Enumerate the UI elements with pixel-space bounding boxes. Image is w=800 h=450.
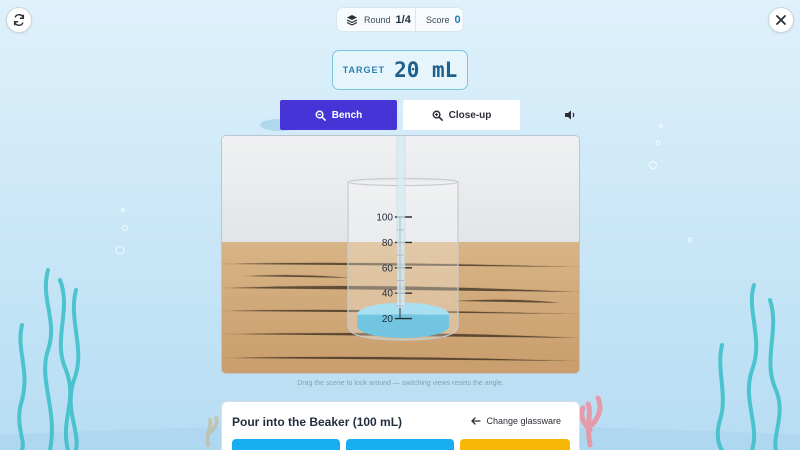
arrow-left-icon <box>471 417 482 425</box>
pour-option-button[interactable] <box>346 439 454 450</box>
sound-toggle-button[interactable] <box>563 108 577 122</box>
target-amount: 20 mL <box>394 58 458 82</box>
scale-label: 60 <box>382 263 394 274</box>
scene-hint: Drag the scene to look around — switchin… <box>297 380 504 387</box>
bench-view-button[interactable]: Bench <box>280 100 397 130</box>
scale-label: 40 <box>382 289 394 300</box>
glassware-panel: Pour into the Beaker (100 mL) Change gla… <box>221 401 580 450</box>
refresh-icon <box>13 14 25 26</box>
panel-title: Pour into the Beaker (100 mL) <box>232 415 403 429</box>
speaker-icon <box>565 110 575 120</box>
scale-label: 100 <box>376 213 393 224</box>
pour-pipette <box>396 136 406 309</box>
score-label: Score <box>426 14 450 25</box>
search-icon <box>315 110 326 121</box>
closeup-view-label: Close-up <box>448 109 492 121</box>
score-display: Score 0 <box>416 8 461 31</box>
target-volume-card: TARGET 20 mL <box>332 50 468 90</box>
layers-icon <box>346 14 358 26</box>
round-label: Round <box>364 14 391 25</box>
lab-scene-viewport[interactable]: 100 80 60 40 20 <box>221 135 580 374</box>
round-value: 1/4 <box>395 13 411 26</box>
lab-scene: 100 80 60 40 20 <box>222 136 579 373</box>
round-display: Round 1/4 <box>337 8 416 31</box>
round-score-hud: Round 1/4 Score 0 <box>336 7 464 32</box>
close-icon <box>776 15 786 25</box>
zoom-in-icon <box>432 110 443 121</box>
restart-button[interactable] <box>6 7 32 33</box>
pour-option-button[interactable] <box>232 439 340 450</box>
target-label: TARGET <box>342 65 386 75</box>
bench-view-label: Bench <box>331 109 363 121</box>
scale-label: 20 <box>382 314 394 325</box>
scale-label: 80 <box>382 238 394 249</box>
change-glassware-label: Change glassware <box>486 416 561 426</box>
close-button[interactable] <box>768 7 794 33</box>
pour-option-button[interactable] <box>460 439 570 450</box>
score-value: 0 <box>454 13 461 26</box>
change-glassware-button[interactable]: Change glassware <box>471 416 561 426</box>
closeup-view-button[interactable]: Close-up <box>403 100 520 130</box>
